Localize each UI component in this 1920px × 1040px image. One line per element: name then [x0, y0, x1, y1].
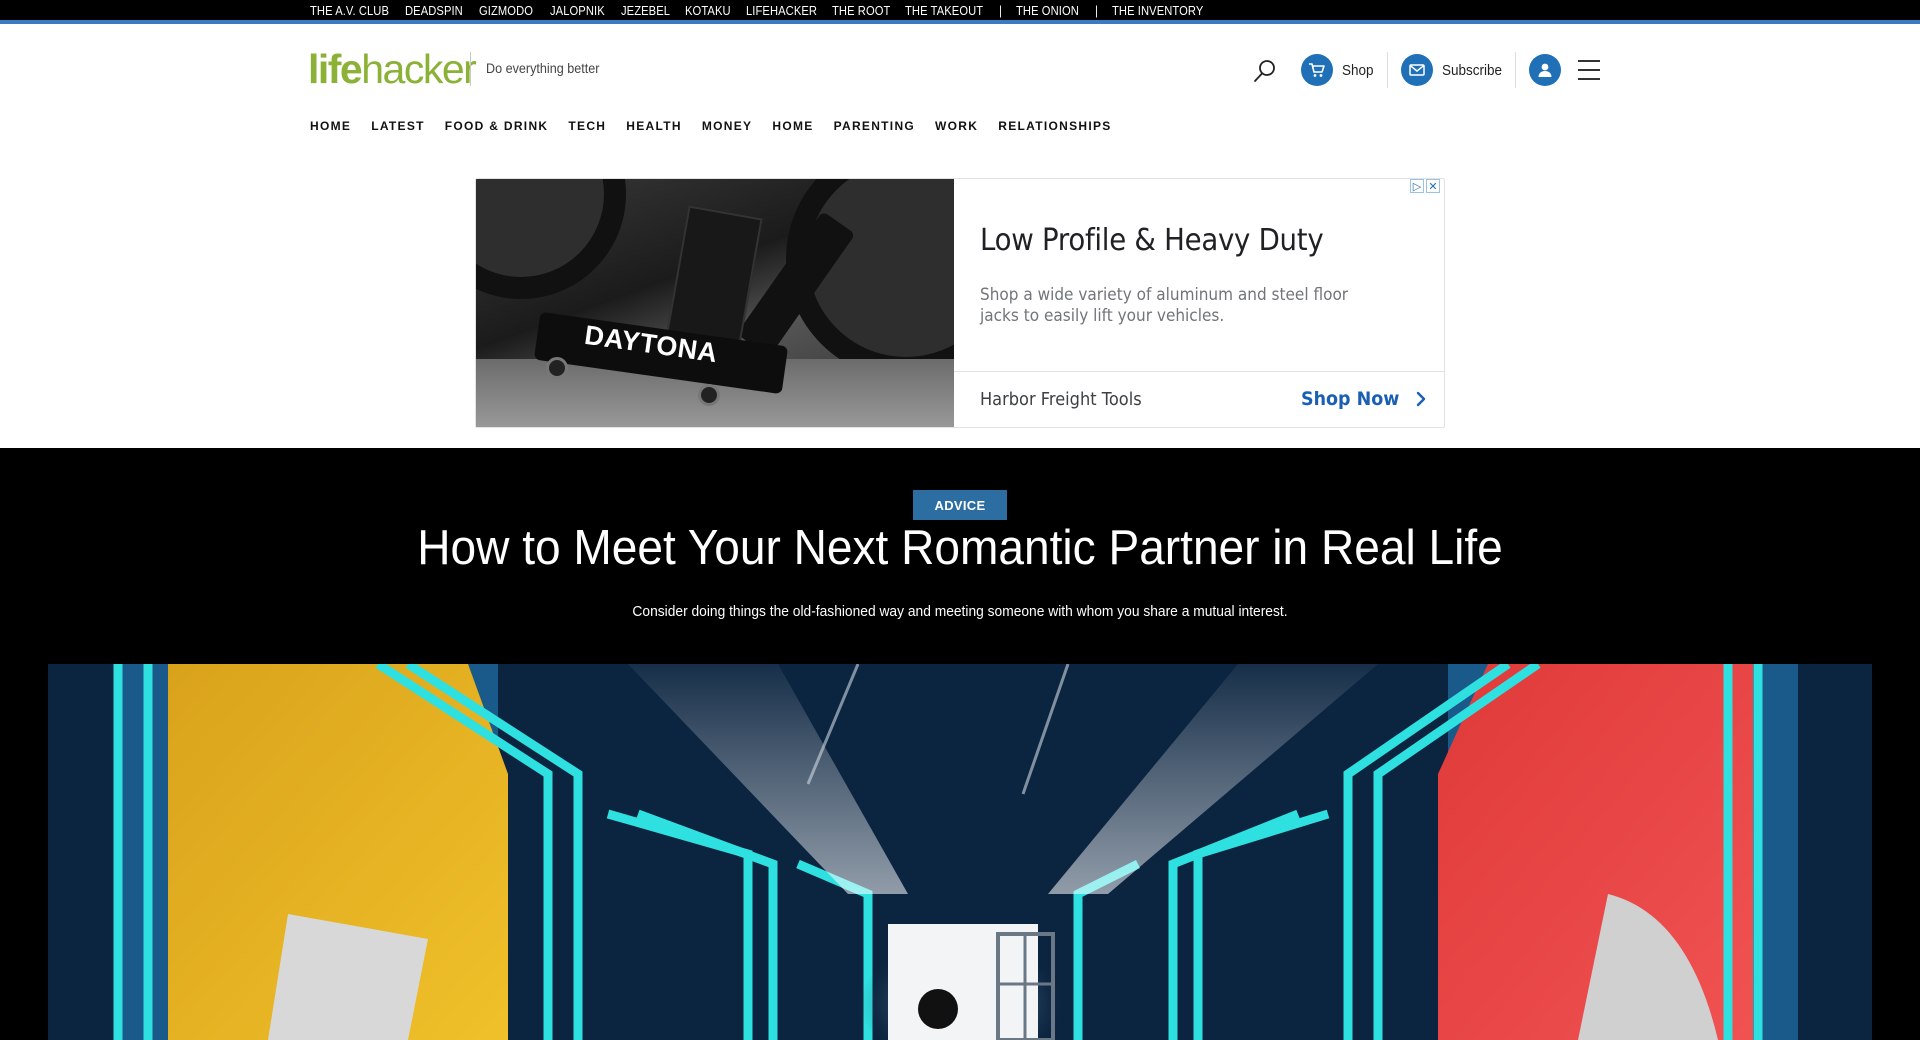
nav-item-food-drink[interactable]: FOOD & DRINK	[445, 119, 549, 133]
hallway-doors-illustration	[48, 664, 1872, 1040]
tagline: Do everything better	[486, 60, 600, 76]
nav-item-parenting[interactable]: PARENTING	[834, 119, 915, 133]
network-link-jalopnik[interactable]: JALOPNIK	[550, 3, 605, 18]
network-link-jezebel[interactable]: JEZEBEL	[621, 3, 670, 18]
jack-wheel-shape	[546, 357, 568, 379]
advertisement-banner[interactable]: DAYTONA ▷ ✕ Low Profile & Heavy Duty Sho…	[475, 178, 1445, 428]
user-icon	[1529, 54, 1561, 86]
cart-icon	[1301, 54, 1333, 86]
header-divider	[1515, 52, 1516, 88]
nav-item-latest[interactable]: LATEST	[371, 119, 425, 133]
network-link-the-onion[interactable]: THE ONION	[1016, 3, 1079, 18]
article-hero: ADVICE How to Meet Your Next Romantic Pa…	[0, 448, 1920, 1040]
shop-label: Shop	[1342, 61, 1374, 79]
logo-life: life	[308, 46, 363, 92]
hamburger-menu-icon[interactable]	[1578, 60, 1600, 80]
ad-body[interactable]: Shop a wide variety of aluminum and stee…	[980, 285, 1376, 327]
search-icon	[1254, 60, 1275, 82]
logo-hacker: hacker	[361, 46, 477, 92]
network-bar: THE A.V. CLUB DEADSPIN GIZMODO JALOPNIK …	[0, 0, 1920, 24]
ad-divider	[954, 371, 1444, 372]
ad-shop-now-button[interactable]: Shop Now	[1301, 388, 1428, 410]
jack-wheel-shape	[698, 384, 720, 406]
network-link-the-inventory[interactable]: THE INVENTORY	[1112, 3, 1203, 18]
nav-item-money[interactable]: MONEY	[702, 119, 753, 133]
category-badge[interactable]: ADVICE	[913, 490, 1007, 520]
network-link-gizmodo[interactable]: GIZMODO	[479, 3, 533, 18]
network-separator: |	[1095, 2, 1098, 18]
shop-button[interactable]: Shop	[1301, 54, 1377, 86]
network-link-avclub[interactable]: THE A.V. CLUB	[310, 3, 389, 18]
network-link-kotaku[interactable]: KOTAKU	[685, 3, 731, 18]
adchoices-icon[interactable]: ▷	[1410, 179, 1424, 193]
network-link-lifehacker[interactable]: LIFEHACKER	[746, 3, 817, 18]
article-title: How to Meet Your Next Romantic Partner i…	[417, 521, 1503, 575]
network-link-the-root[interactable]: THE ROOT	[832, 3, 890, 18]
nav-item-home-section[interactable]: HOME	[772, 119, 813, 133]
adchoices-controls[interactable]: ▷ ✕	[1410, 179, 1440, 193]
header-divider	[1387, 52, 1388, 88]
nav-item-work[interactable]: WORK	[935, 119, 978, 133]
nav-item-health[interactable]: HEALTH	[626, 119, 682, 133]
ad-headline[interactable]: Low Profile & Heavy Duty	[980, 223, 1324, 258]
article-subtitle: Consider doing things the old-fashioned …	[632, 603, 1288, 620]
nav-item-home[interactable]: HOME	[310, 119, 351, 133]
site-header: life hacker Do everything better Shop Sub…	[0, 24, 1920, 150]
nav-item-tech[interactable]: TECH	[568, 119, 606, 133]
main-nav: HOME LATEST FOOD & DRINK TECH HEALTH MON…	[310, 119, 1132, 133]
chevron-right-icon	[1416, 391, 1426, 407]
logo-divider	[470, 52, 471, 86]
ad-close-icon[interactable]: ✕	[1426, 179, 1440, 193]
ad-cta-label: Shop Now	[1301, 388, 1400, 410]
lifehacker-logo[interactable]: life hacker	[308, 46, 477, 92]
article-hero-illustration	[48, 664, 1872, 1040]
subscribe-label: Subscribe	[1442, 61, 1503, 79]
network-link-the-takeout[interactable]: THE TAKEOUT	[905, 3, 983, 18]
network-link-deadspin[interactable]: DEADSPIN	[405, 3, 463, 18]
nav-item-relationships[interactable]: RELATIONSHIPS	[998, 119, 1111, 133]
tire-shape	[476, 179, 626, 299]
envelope-icon	[1401, 54, 1433, 86]
account-button[interactable]	[1529, 54, 1561, 86]
network-separator: |	[999, 2, 1002, 18]
ad-product-image[interactable]: DAYTONA	[476, 179, 954, 427]
ad-advertiser[interactable]: Harbor Freight Tools	[980, 389, 1142, 410]
subscribe-button[interactable]: Subscribe	[1401, 54, 1509, 86]
search-button[interactable]	[1252, 58, 1278, 84]
